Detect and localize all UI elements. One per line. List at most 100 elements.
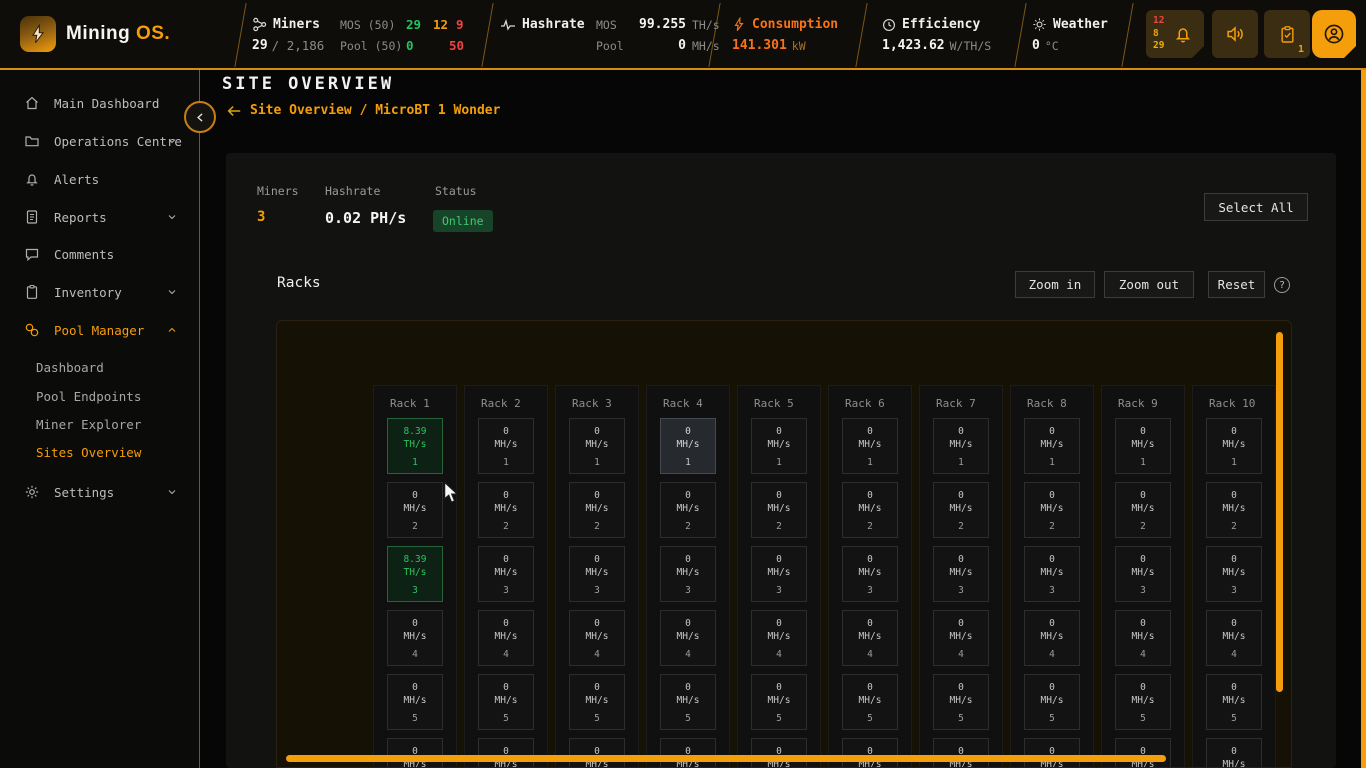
sidebar-item-alerts[interactable]: Alerts	[0, 160, 200, 198]
breadcrumb[interactable]: Site Overview / MicroBT 1 Wonder	[226, 103, 500, 118]
reset-button[interactable]: Reset	[1208, 271, 1265, 298]
sidebar-subitem-dashboard[interactable]: Dashboard	[0, 353, 200, 381]
notifications-button[interactable]: 12 8 29	[1146, 10, 1204, 58]
sidebar-subitem-pool-endpoints[interactable]: Pool Endpoints	[0, 382, 200, 410]
sidebar-item-pool-manager[interactable]: Pool Manager	[0, 311, 200, 349]
miner-hashrate-unit: MH/s	[768, 567, 791, 580]
miner-cell[interactable]: 0MH/s6	[387, 738, 443, 768]
miner-cell[interactable]: 0MH/s5	[842, 674, 898, 730]
miner-hashrate-value: 0	[503, 554, 509, 567]
miner-cell[interactable]: 0MH/s6	[751, 738, 807, 768]
miner-slot-number: 5	[503, 713, 509, 724]
miner-cell[interactable]: 0MH/s2	[933, 482, 989, 538]
miner-cell[interactable]: 0MH/s1	[842, 418, 898, 474]
zoom-out-button[interactable]: Zoom out	[1104, 271, 1194, 298]
miner-cell[interactable]: 0MH/s2	[1206, 482, 1262, 538]
miner-cell[interactable]: 0MH/s4	[478, 610, 534, 666]
miner-cell[interactable]: 0MH/s4	[1115, 610, 1171, 666]
miner-cell[interactable]: 0MH/s6	[478, 738, 534, 768]
brand-logo[interactable]: Mining OS.	[20, 16, 170, 52]
miner-cell[interactable]: 0MH/s3	[660, 546, 716, 602]
miner-hashrate-unit: MH/s	[1223, 631, 1246, 644]
miner-cell[interactable]: 0MH/s4	[933, 610, 989, 666]
miner-cell[interactable]: 0MH/s6	[1206, 738, 1262, 768]
miner-cell[interactable]: 0MH/s3	[1024, 546, 1080, 602]
miner-hashrate-unit: MH/s	[586, 439, 609, 452]
sidebar-item-operations-centre[interactable]: Operations Centre	[0, 122, 200, 160]
miner-hashrate-unit: MH/s	[859, 631, 882, 644]
miner-cell[interactable]: 0MH/s5	[660, 674, 716, 730]
miner-cell[interactable]: 0MH/s1	[1024, 418, 1080, 474]
miner-cell[interactable]: 0MH/s3	[1115, 546, 1171, 602]
miner-cell[interactable]: 0MH/s5	[1024, 674, 1080, 730]
sidebar-item-inventory[interactable]: Inventory	[0, 273, 200, 311]
miner-cell[interactable]: 0MH/s4	[1206, 610, 1262, 666]
miner-cell[interactable]: 0MH/s6	[1115, 738, 1171, 768]
select-all-button[interactable]: Select All	[1204, 193, 1308, 221]
miner-cell[interactable]: 0MH/s3	[933, 546, 989, 602]
miner-cell[interactable]: 0MH/s2	[842, 482, 898, 538]
sound-button[interactable]	[1212, 10, 1258, 58]
miner-hashrate-value: 0	[685, 618, 691, 631]
miner-cell[interactable]: 0MH/s4	[842, 610, 898, 666]
racks-horizontal-scrollbar[interactable]	[286, 755, 1166, 762]
miner-cell[interactable]: 0MH/s4	[751, 610, 807, 666]
sidebar-collapse-button[interactable]	[184, 101, 216, 133]
sidebar-subitem-sites-overview[interactable]: Sites Overview	[0, 438, 200, 466]
zoom-in-button[interactable]: Zoom in	[1015, 271, 1095, 298]
miner-cell[interactable]: 8.39TH/s3	[387, 546, 443, 602]
miner-cell[interactable]: 0MH/s3	[842, 546, 898, 602]
miner-cell[interactable]: 0MH/s2	[569, 482, 625, 538]
miner-cell[interactable]: 0MH/s2	[660, 482, 716, 538]
miner-cell[interactable]: 0MH/s4	[387, 610, 443, 666]
miner-cell[interactable]: 0MH/s1	[660, 418, 716, 474]
account-button[interactable]	[1312, 10, 1356, 58]
miner-hashrate-value: 0	[503, 490, 509, 503]
miner-cell[interactable]: 0MH/s4	[1024, 610, 1080, 666]
miner-cell[interactable]: 0MH/s6	[569, 738, 625, 768]
help-icon[interactable]: ?	[1274, 277, 1290, 293]
miners-stat-label: Miners	[257, 184, 299, 198]
sidebar-item-comments[interactable]: Comments	[0, 235, 200, 273]
miner-cell[interactable]: 0MH/s4	[569, 610, 625, 666]
sidebar-item-label: Pool Manager	[54, 323, 144, 338]
sidebar-item-reports[interactable]: Reports	[0, 198, 200, 236]
miner-cell[interactable]: 0MH/s1	[569, 418, 625, 474]
sidebar-item-settings[interactable]: Settings	[0, 473, 200, 511]
miner-cell[interactable]: 8.39TH/s1	[387, 418, 443, 474]
miner-cell[interactable]: 0MH/s1	[933, 418, 989, 474]
miner-cell[interactable]: 0MH/s2	[1024, 482, 1080, 538]
miner-cell[interactable]: 0MH/s2	[1115, 482, 1171, 538]
sidebar-item-main-dashboard[interactable]: Main Dashboard	[0, 84, 200, 122]
racks-vertical-scrollbar[interactable]	[1276, 332, 1283, 692]
miner-cell[interactable]: 0MH/s6	[933, 738, 989, 768]
miner-cell[interactable]: 0MH/s1	[478, 418, 534, 474]
miner-cell[interactable]: 0MH/s5	[387, 674, 443, 730]
miner-cell[interactable]: 0MH/s5	[933, 674, 989, 730]
miner-cell[interactable]: 0MH/s6	[660, 738, 716, 768]
miner-cell[interactable]: 0MH/s3	[569, 546, 625, 602]
miner-cell[interactable]: 0MH/s2	[478, 482, 534, 538]
miner-cell[interactable]: 0MH/s6	[1024, 738, 1080, 768]
sidebar-subitem-miner-explorer[interactable]: Miner Explorer	[0, 410, 200, 438]
miner-hashrate-value: 0	[1140, 490, 1146, 503]
miner-cell[interactable]: 0MH/s1	[1115, 418, 1171, 474]
racks-panel[interactable]: Rack 18.39TH/s10MH/s28.39TH/s30MH/s40MH/…	[276, 320, 1292, 768]
miner-cell[interactable]: 0MH/s6	[842, 738, 898, 768]
miner-cell[interactable]: 0MH/s2	[387, 482, 443, 538]
miner-cell[interactable]: 0MH/s5	[1115, 674, 1171, 730]
miner-cell[interactable]: 0MH/s5	[751, 674, 807, 730]
miner-cell[interactable]: 0MH/s1	[751, 418, 807, 474]
miner-cell[interactable]: 0MH/s5	[478, 674, 534, 730]
tasks-button[interactable]: 1	[1264, 10, 1310, 58]
miner-slot-number: 5	[594, 713, 600, 724]
miner-cell[interactable]: 0MH/s3	[478, 546, 534, 602]
miner-cell[interactable]: 0MH/s3	[1206, 546, 1262, 602]
miner-cell[interactable]: 0MH/s5	[1206, 674, 1262, 730]
miner-cell[interactable]: 0MH/s5	[569, 674, 625, 730]
miner-cell[interactable]: 0MH/s3	[751, 546, 807, 602]
miner-cell[interactable]: 0MH/s2	[751, 482, 807, 538]
page-scrollbar[interactable]	[1361, 70, 1366, 768]
miner-cell[interactable]: 0MH/s1	[1206, 418, 1262, 474]
miner-cell[interactable]: 0MH/s4	[660, 610, 716, 666]
